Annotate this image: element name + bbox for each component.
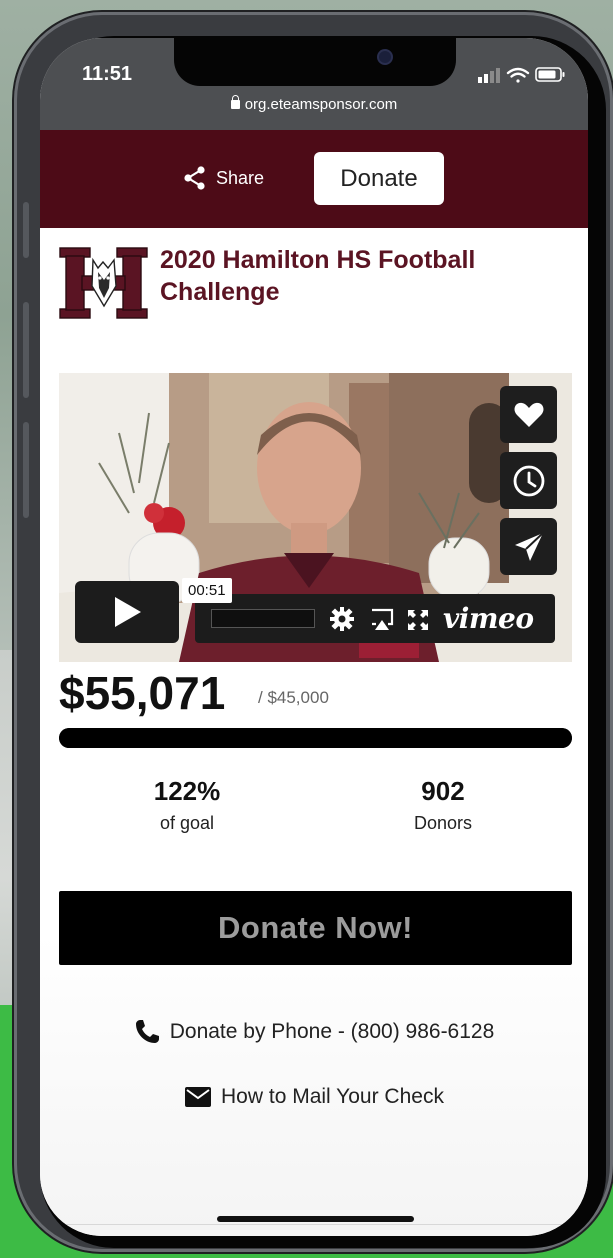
phone-link-label: Donate by Phone - (800) 986-6128 [169,1019,495,1043]
team-logo [58,246,149,320]
camera-indicator [379,51,391,63]
volume-up-button [23,302,29,398]
mail-link-label: How to Mail Your Check [221,1085,444,1108]
wifi-icon [506,67,530,83]
lock-icon [230,95,240,109]
play-icon [115,597,141,627]
mail-icon [185,1087,212,1107]
stat-value: 902 [421,776,465,806]
video-player[interactable]: vimeo 00:51 [59,373,572,662]
fullscreen-icon[interactable] [407,609,429,631]
address-bar[interactable]: org.eteamsponsor.com [40,95,588,113]
mute-switch [23,202,29,258]
like-button[interactable] [500,386,557,443]
phone-icon [135,1020,159,1043]
watch-later-button[interactable] [500,452,557,509]
settings-gear-icon[interactable] [329,606,355,632]
video-controls: vimeo [195,594,555,643]
stat-donors: 902 Donors [343,776,543,834]
status-icons [478,67,565,83]
clock-time: 11:51 [82,63,133,85]
volume-down-button [23,422,29,518]
site-header: Share Donate [40,130,588,228]
stat-label: Donors [413,813,473,833]
share-label: Share [216,167,265,188]
donate-button[interactable]: Donate [314,152,444,205]
stat-percent-of-goal: 122% of goal [87,776,287,834]
bottom-divider [40,1224,588,1225]
video-progress-bar[interactable] [211,609,315,628]
goal-amount: / $45,000 [258,688,329,707]
play-button[interactable] [75,581,179,643]
vimeo-logo[interactable]: vimeo [443,602,534,635]
amount-raised: $55,071 [59,667,226,719]
signal-icon [478,68,500,83]
goal-progress-bar [59,728,572,748]
battery-icon [535,67,565,82]
send-icon [514,531,544,561]
campaign-title: 2020 Hamilton HS Football Challenge [160,246,476,306]
heart-icon [514,402,543,427]
donate-by-phone-link[interactable]: Donate by Phone - (800) 986-6128 [40,1018,588,1045]
url-text: org.eteamsponsor.com [244,96,398,113]
donate-now-button[interactable]: Donate Now! [59,891,572,965]
video-timestamp: 00:51 [182,578,232,603]
share-button[interactable]: Share [182,162,264,194]
share-icon [184,166,205,190]
phone-notch [174,38,456,86]
share-video-button[interactable] [500,518,557,575]
phone-screen: 11:51 org.eteamsponsor.com Share Donate … [40,38,588,1236]
airplay-icon[interactable] [369,608,395,632]
page-content: 2020 Hamilton HS Football Challenge vime… [40,228,588,1236]
home-indicator[interactable] [217,1216,414,1222]
stat-value: 122% [153,776,221,806]
clock-icon [513,465,544,496]
mail-check-link[interactable]: How to Mail Your Check [40,1085,588,1109]
goal-progress-fill [59,728,572,748]
stat-label: of goal [159,813,215,833]
